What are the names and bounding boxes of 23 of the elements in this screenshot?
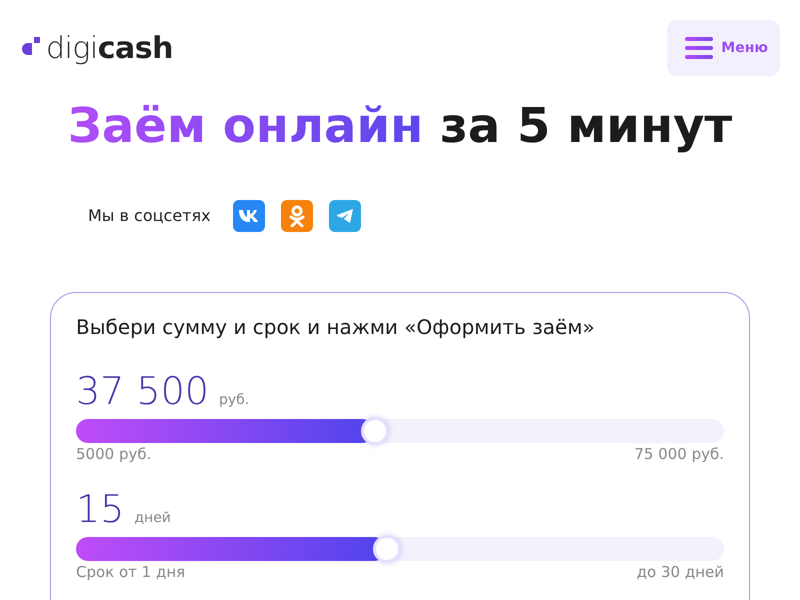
vk-logo-icon	[238, 210, 259, 222]
slider-max-label: до 30 дней	[636, 562, 724, 581]
person-logo-icon	[288, 204, 305, 227]
calculator-title: Выбери сумму и срок и нажми «Оформить заём»	[76, 314, 596, 339]
social-link[interactable]	[232, 200, 265, 232]
slider-max-label: 75 000 руб.	[634, 444, 724, 463]
slider-track[interactable]	[76, 418, 724, 443]
slider-min-label: 5000 руб.	[76, 444, 152, 463]
slider-unit: дней	[134, 510, 171, 526]
slider-thumb[interactable]	[372, 534, 401, 563]
social-link[interactable]	[280, 200, 313, 232]
slider-value: 37 500	[76, 368, 209, 413]
slider-min-label: Срок от 1 дня	[76, 562, 186, 581]
logo[interactable]: digicash	[20, 30, 173, 66]
slider-track[interactable]	[76, 536, 724, 561]
menu-icon	[685, 37, 714, 59]
social-link[interactable]	[328, 200, 361, 232]
social-label: Мы в соцсетях	[88, 206, 211, 226]
slider-unit: руб.	[218, 392, 250, 408]
slider-thumb[interactable]	[361, 416, 390, 445]
paper-plane-icon	[336, 208, 354, 224]
menu-button[interactable]: Меню	[667, 20, 780, 76]
slider-value: 15	[76, 486, 124, 531]
